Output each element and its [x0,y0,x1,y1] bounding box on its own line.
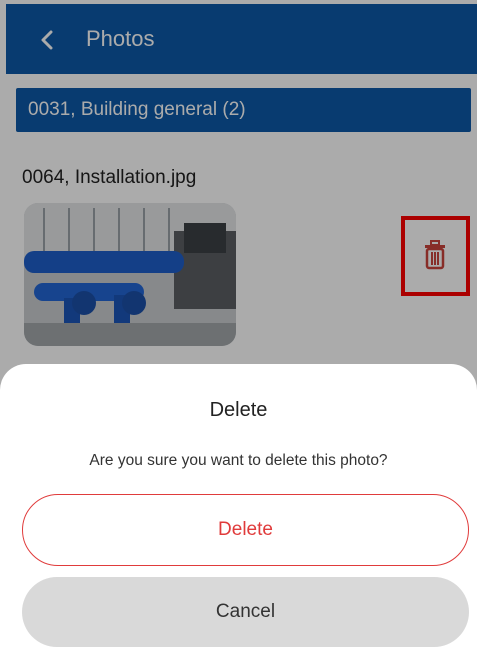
cancel-button[interactable]: Cancel [22,577,469,647]
cancel-label: Cancel [215,601,276,622]
dialog-message: Are you sure you want to delete this pho… [89,452,388,469]
delete-confirmation-sheet: Delete Are you sure you want to delete t… [0,364,477,647]
confirm-delete-label: Delete [218,519,273,540]
dialog-title: Delete [209,399,268,421]
confirm-delete-button[interactable]: Delete [22,494,469,566]
